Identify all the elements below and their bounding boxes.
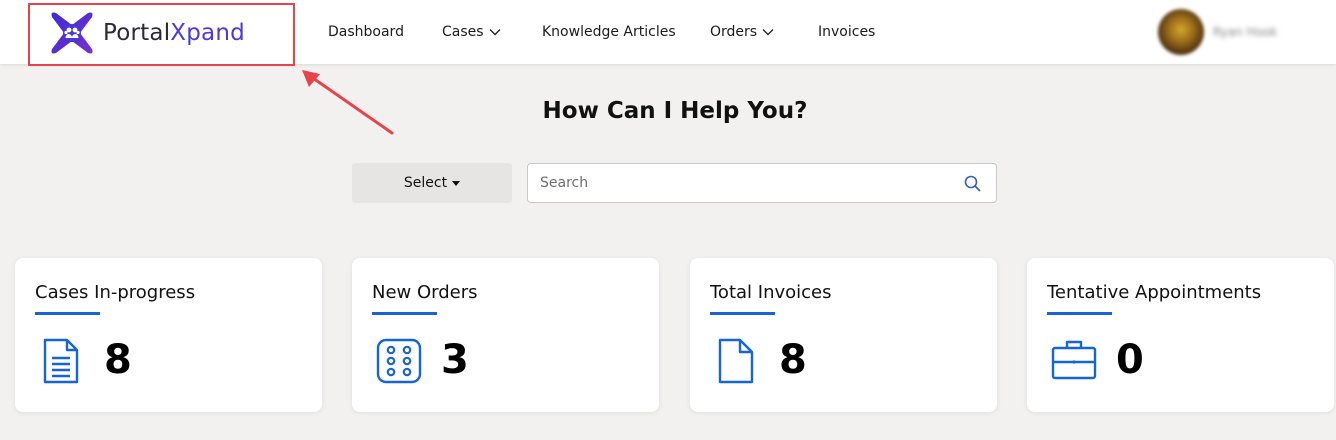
nav-knowledge-articles-label: Knowledge Articles bbox=[542, 24, 676, 40]
chevron-down-icon bbox=[762, 29, 774, 36]
page-title: How Can I Help You? bbox=[542, 98, 808, 124]
search-category-select[interactable]: Select bbox=[352, 163, 512, 203]
user-name[interactable]: Ryan Hook bbox=[1213, 25, 1277, 39]
card-tentative-appointments[interactable]: Tentative Appointments 0 bbox=[1027, 258, 1334, 412]
card-cases-in-progress[interactable]: Cases In-progress 8 bbox=[15, 258, 322, 412]
dice-six-icon bbox=[376, 338, 422, 384]
card-underline bbox=[35, 312, 100, 315]
card-underline bbox=[1047, 312, 1112, 315]
select-label: Select bbox=[403, 175, 448, 191]
card-value: 3 bbox=[441, 337, 469, 383]
user-avatar[interactable] bbox=[1158, 9, 1204, 55]
nav-orders-label: Orders bbox=[710, 24, 758, 40]
document-lines-icon bbox=[43, 338, 79, 384]
card-title: Cases In-progress bbox=[35, 282, 196, 303]
nav-invoices[interactable]: Invoices bbox=[818, 24, 875, 40]
card-title: Total Invoices bbox=[710, 282, 832, 303]
blank-file-icon bbox=[718, 338, 754, 384]
card-value: 8 bbox=[104, 337, 132, 383]
caret-down-icon bbox=[452, 180, 461, 186]
nav-orders[interactable]: Orders bbox=[710, 24, 774, 40]
card-value: 8 bbox=[779, 337, 807, 383]
card-total-invoices[interactable]: Total Invoices 8 bbox=[690, 258, 997, 412]
search-input[interactable] bbox=[528, 164, 948, 202]
nav-dashboard[interactable]: Dashboard bbox=[328, 24, 404, 40]
chevron-down-icon bbox=[489, 29, 501, 36]
search-box bbox=[527, 163, 997, 203]
search-icon[interactable] bbox=[964, 175, 981, 192]
card-title: Tentative Appointments bbox=[1047, 282, 1262, 303]
nav-dashboard-label: Dashboard bbox=[328, 24, 404, 40]
card-title: New Orders bbox=[372, 282, 478, 303]
card-underline bbox=[710, 312, 775, 315]
nav-cases-label: Cases bbox=[442, 24, 484, 40]
card-underline bbox=[372, 312, 437, 315]
briefcase-icon bbox=[1051, 340, 1097, 380]
nav-invoices-label: Invoices bbox=[818, 24, 876, 40]
card-value: 0 bbox=[1116, 337, 1144, 383]
nav-cases[interactable]: Cases bbox=[442, 24, 501, 40]
card-new-orders[interactable]: New Orders 3 bbox=[352, 258, 659, 412]
nav-knowledge-articles[interactable]: Knowledge Articles bbox=[542, 24, 676, 40]
annotation-highlight-box bbox=[28, 3, 295, 66]
